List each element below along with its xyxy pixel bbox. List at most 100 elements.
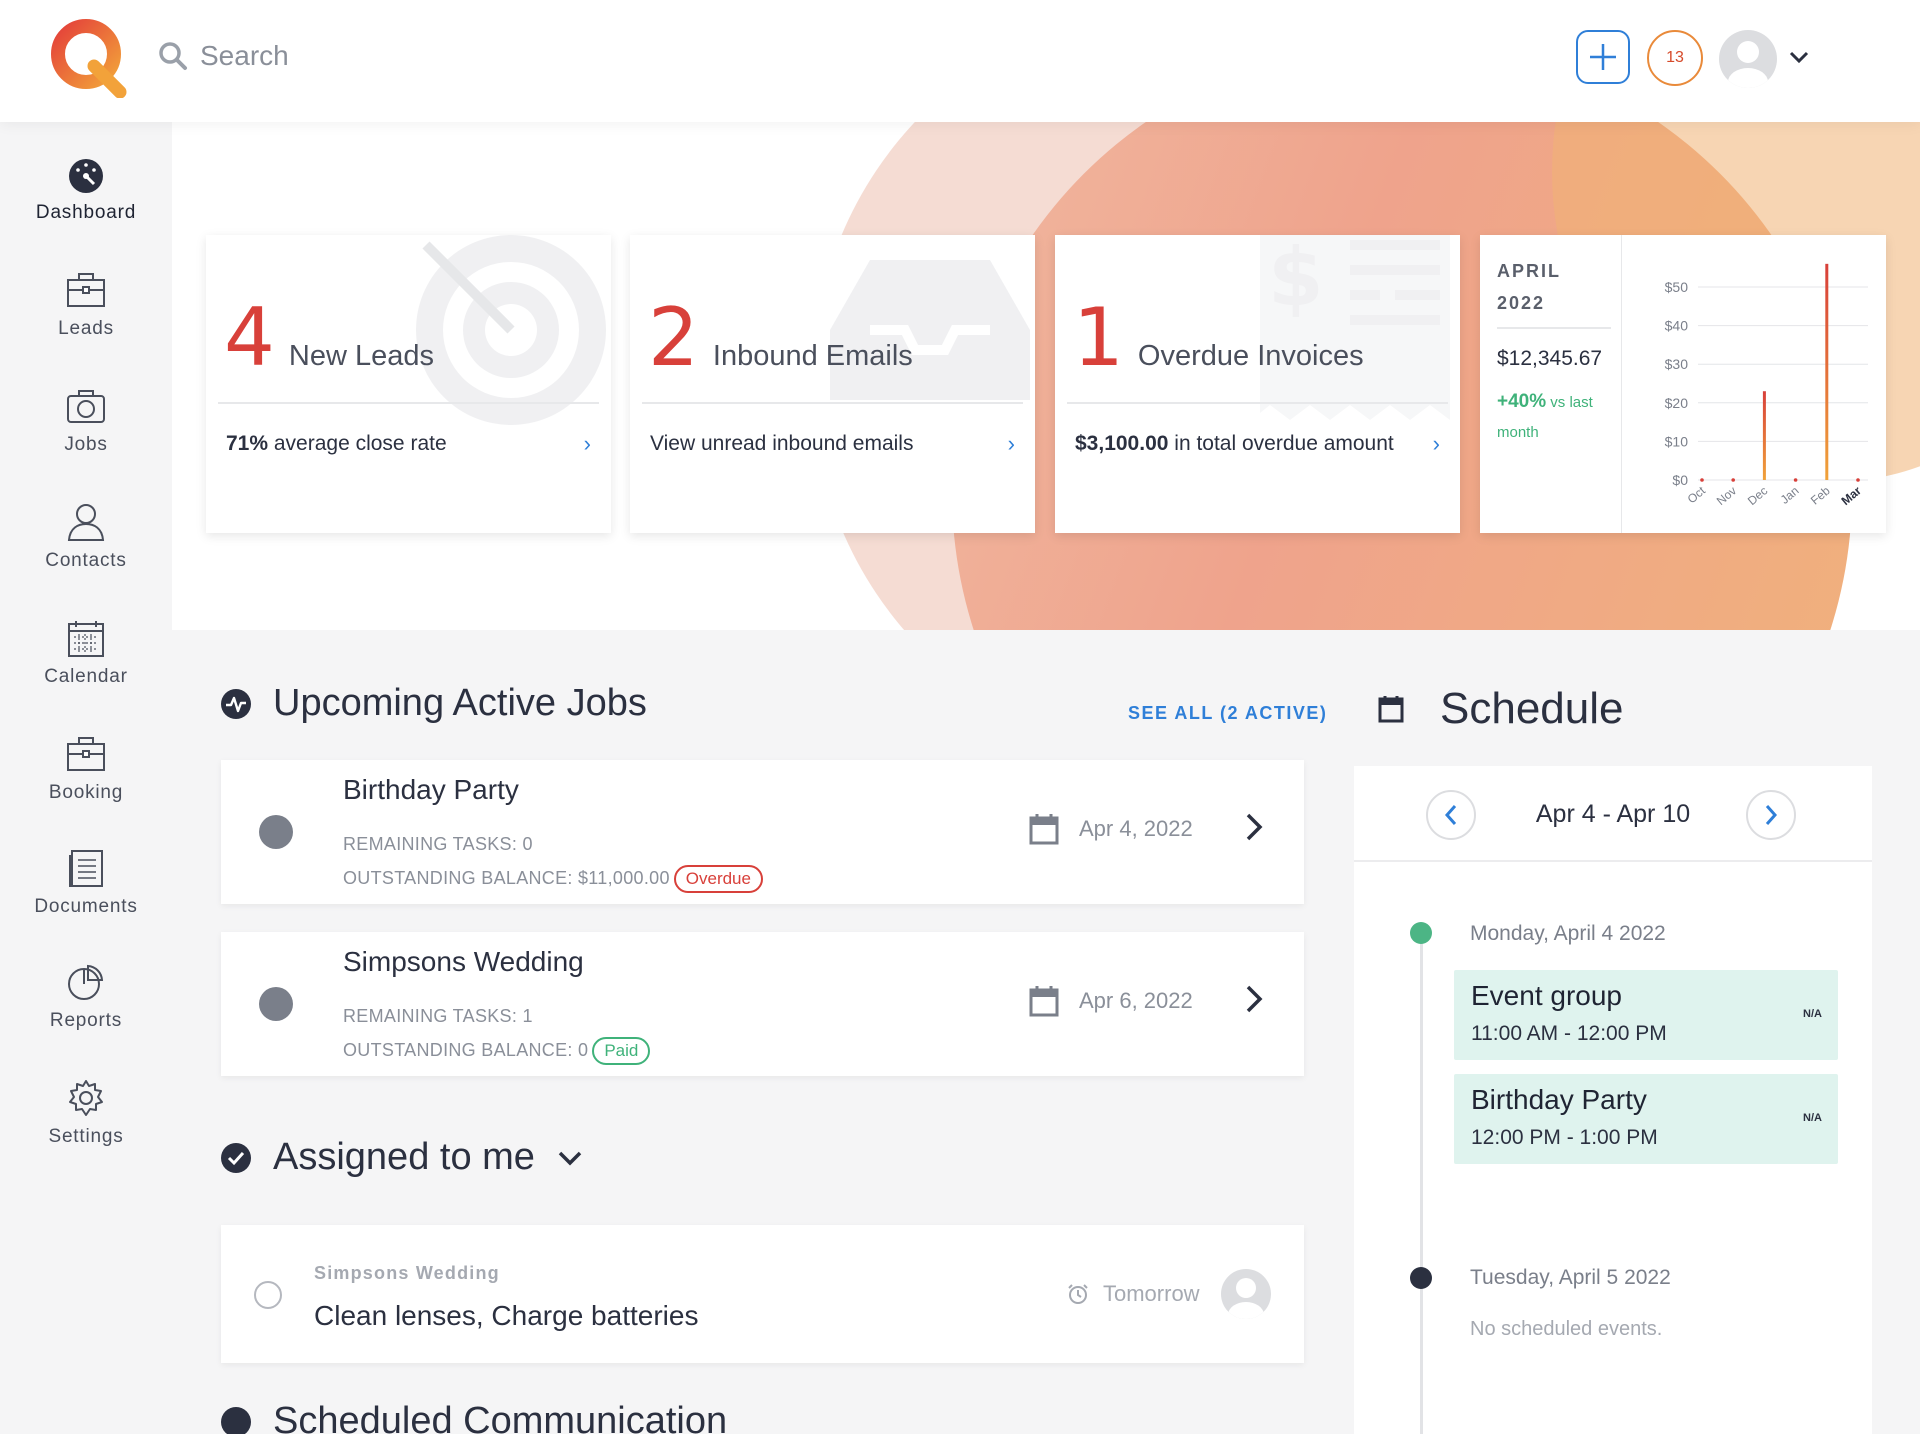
plus-icon [1590, 44, 1616, 70]
x-tick-label: Feb [1808, 483, 1833, 507]
status-badge: Overdue [673, 865, 763, 893]
search-bar[interactable]: Search [158, 40, 289, 72]
x-tick-label: Nov [1714, 484, 1739, 508]
inbound-emails-card[interactable]: 2 Inbound Emails View unread inbound ema… [630, 235, 1035, 533]
notifications-badge[interactable]: 13 [1647, 30, 1703, 86]
search-input[interactable]: Search [200, 40, 289, 72]
day-label: Tuesday, April 5 2022 [1470, 1266, 1671, 1289]
task-row[interactable]: Simpsons Wedding Clean lenses, Charge ba… [221, 1225, 1304, 1363]
timeline-dot-today [1410, 922, 1432, 944]
sidebar-item-label: Dashboard [35, 202, 137, 223]
activity-icon [221, 688, 251, 719]
gear-icon [69, 1080, 103, 1116]
add-button[interactable] [1576, 30, 1630, 84]
chevron-right-icon: › [1007, 431, 1015, 456]
sidebar-item-documents[interactable]: Documents [0, 848, 172, 918]
sidebar-item-dashboard[interactable]: Dashboard [0, 154, 172, 224]
day-label: Monday, April 4 2022 [1470, 922, 1666, 945]
section-title: Assigned to me [273, 1136, 535, 1178]
overdue-invoices-card[interactable]: $ 1 Overdue Invoices $3,100.00 in total … [1055, 235, 1460, 533]
job-status-dot [259, 987, 293, 1021]
revenue-bar-chart: $0 $10 $20 $30 $40 $50 Oct Nov Dec Jan Feb Mar [1665, 263, 1868, 508]
schedule-event[interactable]: Birthday Party 12:00 PM - 1:00 PM N/A [1454, 1074, 1838, 1164]
event-time: 11:00 AM - 12:00 PM [1471, 1022, 1667, 1045]
timeline-dot [1410, 1267, 1432, 1289]
section-icon [221, 1406, 251, 1434]
x-tick-label: Mar [1839, 483, 1865, 508]
x-tick-label: Jan [1778, 484, 1802, 507]
job-row[interactable]: Simpsons Wedding REMAINING TASKS: 1 OUTS… [221, 932, 1304, 1076]
schedule-timeline: Monday, April 4 2022 Event group 11:00 A… [1354, 862, 1872, 1434]
card-footer-link[interactable]: $3,100.00 in total overdue amount › [1075, 431, 1440, 457]
chevron-right-icon[interactable] [1244, 812, 1264, 851]
sidebar-item-label: Booking [48, 782, 124, 803]
task-due: Tomorrow [1067, 1281, 1200, 1307]
card-footer-link[interactable]: 71% average close rate › [226, 431, 591, 457]
event-title: Event group [1471, 980, 1622, 1011]
chevron-down-icon[interactable] [1788, 46, 1810, 73]
sidebar-item-contacts[interactable]: Contacts [0, 502, 172, 572]
y-tick-label: $30 [1665, 356, 1689, 372]
scheduled-communication-heading: Scheduled Communication [221, 1400, 727, 1434]
bar [1856, 478, 1860, 482]
event-tag: N/A [1803, 1008, 1822, 1020]
sidebar-item-label: Documents [34, 896, 138, 917]
x-tick-label: Oct [1685, 483, 1709, 506]
sidebar-item-label: Calendar [44, 666, 128, 687]
sidebar-item-leads[interactable]: Leads [0, 270, 172, 340]
card-footer-text: 71% average close rate [226, 432, 447, 455]
stat-label: Inbound Emails [712, 340, 913, 372]
divider [1067, 402, 1448, 404]
divider [218, 402, 599, 404]
sidebar-item-label: Reports [49, 1010, 123, 1031]
chevron-down-icon[interactable] [557, 1148, 583, 1168]
task-job-name: Simpsons Wedding [314, 1263, 500, 1283]
calendar-icon [68, 621, 104, 657]
user-avatar[interactable] [1719, 30, 1777, 88]
job-date: Apr 4, 2022 [1029, 813, 1193, 845]
sidebar-item-settings[interactable]: Settings [0, 1078, 172, 1148]
briefcase-icon [67, 273, 105, 307]
sidebar-item-label: Contacts [45, 550, 127, 571]
card-footer-link[interactable]: View unread inbound emails › [650, 431, 1015, 457]
sidebar: Dashboard Leads Jobs Contacts Calendar B… [0, 122, 172, 1434]
sidebar-item-label: Jobs [64, 434, 108, 455]
sidebar-item-label: Settings [48, 1126, 124, 1147]
bar [1731, 478, 1735, 482]
schedule-week-nav: Apr 4 - Apr 10 [1354, 766, 1872, 862]
active-jobs-heading: Upcoming Active Jobs [221, 682, 647, 725]
job-row[interactable]: Birthday Party REMAINING TASKS: 0 OUTSTA… [221, 760, 1304, 904]
task-title[interactable]: Clean lenses, Charge batteries [314, 1300, 698, 1332]
target-icon [416, 235, 606, 425]
chevron-right-icon[interactable] [1244, 984, 1264, 1023]
stat-number: 1 [1073, 291, 1124, 384]
search-icon [159, 42, 187, 70]
job-status-dot [259, 815, 293, 849]
job-title[interactable]: Simpsons Wedding [343, 946, 584, 978]
revenue-period: APRIL 2022 [1497, 261, 1561, 313]
assignee-avatar [1221, 1269, 1271, 1319]
divider [1497, 327, 1611, 329]
job-title[interactable]: Birthday Party [343, 774, 519, 806]
chevron-right-icon [1765, 805, 1778, 825]
schedule-event[interactable]: Event group 11:00 AM - 12:00 PM N/A [1454, 970, 1838, 1060]
sidebar-item-jobs[interactable]: Jobs [0, 386, 172, 456]
event-tag: N/A [1803, 1112, 1822, 1124]
see-all-jobs-link[interactable]: SEE ALL (2 ACTIVE) [1128, 703, 1327, 724]
alarm-clock-icon [1068, 1284, 1088, 1304]
y-tick-label: $0 [1672, 472, 1688, 488]
new-leads-card[interactable]: 4 New Leads 71% average close rate › [206, 235, 611, 533]
section-title: Upcoming Active Jobs [273, 682, 647, 724]
app-logo[interactable] [46, 14, 130, 99]
sidebar-item-booking[interactable]: Booking [0, 734, 172, 804]
task-checkbox[interactable] [254, 1281, 282, 1309]
y-tick-label: $10 [1665, 433, 1689, 449]
next-week-button[interactable] [1746, 790, 1796, 840]
revenue-card[interactable]: APRIL 2022 $12,345.67 +40% vs last month … [1480, 235, 1886, 533]
sidebar-item-calendar[interactable]: Calendar [0, 618, 172, 688]
remaining-tasks: REMAINING TASKS: 1 [343, 1006, 533, 1026]
stat-number: 4 [224, 291, 275, 384]
sidebar-item-reports[interactable]: Reports [0, 962, 172, 1032]
briefcase-icon [67, 737, 105, 771]
assigned-heading[interactable]: Assigned to me [221, 1136, 583, 1179]
